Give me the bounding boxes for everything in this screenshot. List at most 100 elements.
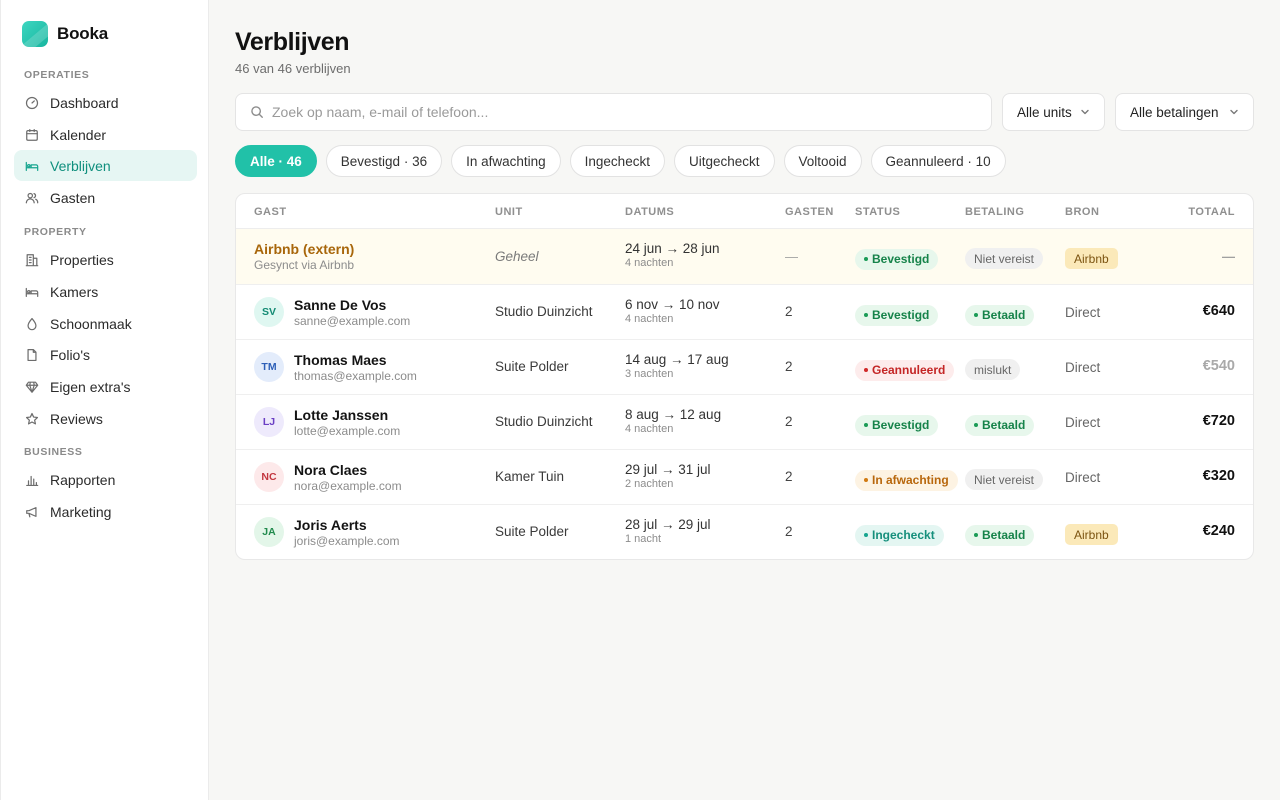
avatar: JA — [254, 517, 284, 547]
dates-cell: 8 aug → 12 aug — [625, 407, 722, 422]
column-header-bron[interactable]: BRON — [1065, 206, 1099, 218]
sidebar-item-gasten[interactable]: Gasten — [14, 182, 197, 213]
document-icon — [27, 348, 37, 361]
column-header-betaling[interactable]: BETALING — [965, 206, 1024, 218]
payment-badge: Niet vereist — [965, 469, 1044, 490]
unit-cell: Suite Polder — [495, 524, 569, 539]
unit-cell: Kamer Tuin — [495, 469, 565, 484]
column-header-gast[interactable]: GAST — [254, 206, 287, 218]
payments-filter-select[interactable]: Alle betalingen — [1115, 93, 1254, 131]
avatar: TM — [254, 352, 284, 382]
table-row[interactable]: JA Joris Aerts joris@example.com Suite Pold… — [236, 505, 1253, 559]
column-header-unit[interactable]: UNIT — [495, 206, 523, 218]
guest-name: Airbnb (extern) — [254, 241, 355, 257]
sidebar-item-dashboard[interactable]: Dashboard — [14, 87, 197, 118]
nav-section-property: PROPERTY — [24, 226, 87, 238]
chip-bevestigd[interactable]: Bevestigd · 36 — [325, 145, 443, 177]
brand[interactable]: Booka — [22, 21, 108, 47]
guest-name[interactable]: Lotte Janssen — [294, 407, 400, 423]
unit-cell: Studio Duinzicht — [495, 304, 593, 319]
dates-cell: 14 aug → 17 aug — [625, 352, 729, 367]
nav-section-business: BUSINESS — [24, 446, 83, 458]
column-header-totaal[interactable]: TOTAAL — [1188, 206, 1235, 218]
table-row-external[interactable]: Airbnb (extern) Gesynct via Airbnb Gehee… — [236, 229, 1253, 285]
sidebar-item-label: Kamers — [50, 283, 99, 300]
guest-sub: Gesynct via Airbnb — [254, 258, 355, 272]
chip-ingecheckt[interactable]: Ingecheckt — [569, 145, 665, 177]
nights-cell: 4 nachten — [625, 313, 674, 325]
search-input[interactable] — [272, 104, 972, 120]
stays-table: GAST UNIT DATUMS GASTEN STATUS BETALING … — [235, 193, 1254, 560]
status-badge: Ingecheckt — [855, 524, 944, 546]
nights-cell: 2 nachten — [625, 478, 674, 490]
column-header-datums[interactable]: DATUMS — [625, 206, 674, 218]
sidebar-item-properties[interactable]: Properties — [14, 244, 197, 275]
calendar-icon — [26, 128, 38, 141]
table-row[interactable]: NC Nora Claes nora@example.com Kamer Tuin 29… — [236, 450, 1253, 505]
sidebar-item-label: Marketing — [50, 503, 112, 520]
chip-alle[interactable]: Alle · 46 — [235, 145, 317, 177]
guests-cell: — — [785, 249, 798, 264]
chip-in-afwachting[interactable]: In afwachting — [451, 145, 561, 177]
chip-voltooid[interactable]: Voltooid — [783, 145, 862, 177]
chip-uitgecheckt[interactable]: Uitgecheckt — [673, 145, 775, 177]
payment-badge: mislukt — [965, 359, 1021, 380]
droplet-icon — [27, 317, 37, 330]
sidebar-item-label: Folio's — [50, 346, 91, 363]
guest-name[interactable]: Joris Aerts — [294, 517, 400, 533]
status-badge: Geannuleerd — [855, 359, 955, 381]
total-cell: — — [1222, 249, 1235, 264]
sidebar-item-reviews[interactable]: Reviews — [14, 403, 197, 434]
dates-cell: 24 jun → 28 jun — [625, 241, 720, 256]
sidebar-item-verblijven[interactable]: Verblijven — [14, 150, 197, 181]
status-badge: Bevestigd — [855, 414, 939, 436]
table-row[interactable]: SV Sanne De Vos sanne@example.com Studio Du… — [236, 285, 1253, 340]
total-cell: €240 — [1202, 523, 1235, 539]
table-header: GAST UNIT DATUMS GASTEN STATUS BETALING … — [236, 194, 1253, 229]
brand-name: Booka — [57, 24, 108, 43]
guests-cell: 2 — [785, 414, 793, 429]
nights-cell: 4 nachten — [625, 257, 674, 269]
sidebar-item-label: Schoonmaak — [50, 315, 132, 332]
source-text: Direct — [1065, 470, 1101, 485]
dates-cell: 6 nov → 10 nov — [625, 297, 720, 312]
sidebar-item-schoonmaak[interactable]: Schoonmaak — [14, 308, 197, 339]
guest-email: lotte@example.com — [294, 424, 401, 438]
guest-name[interactable]: Thomas Maes — [294, 352, 417, 368]
total-cell: €640 — [1202, 303, 1235, 319]
chevron-down-icon — [1230, 109, 1238, 115]
bed-icon — [25, 287, 39, 297]
guest-name[interactable]: Sanne De Vos — [294, 297, 410, 313]
sidebar-item-folios[interactable]: Folio's — [14, 339, 197, 370]
units-filter-select[interactable]: Alle units — [1002, 93, 1105, 131]
chip-geannuleerd[interactable]: Geannuleerd · 10 — [870, 145, 1006, 177]
sidebar-item-label: Eigen extra's — [50, 378, 131, 395]
avatar: SV — [254, 297, 284, 327]
sidebar-item-label: Rapporten — [50, 471, 116, 488]
table-row[interactable]: LJ Lotte Janssen lotte@example.com Studio D… — [236, 395, 1253, 450]
status-badge: In afwachting — [855, 469, 958, 491]
nights-cell: 4 nachten — [625, 423, 674, 435]
gauge-icon — [25, 96, 39, 109]
total-cell: €320 — [1202, 468, 1235, 484]
column-header-gasten[interactable]: GASTEN — [785, 206, 834, 218]
sidebar-item-marketing[interactable]: Marketing — [14, 496, 197, 527]
sidebar-item-rapporten[interactable]: Rapporten — [14, 464, 197, 495]
sidebar-item-label: Kalender — [50, 126, 107, 143]
sidebar-item-label: Properties — [50, 251, 114, 268]
sidebar-item-kalender[interactable]: Kalender — [14, 119, 197, 150]
unit-cell: Suite Polder — [495, 359, 569, 374]
guest-email: nora@example.com — [294, 479, 402, 493]
unit-cell: Studio Duinzicht — [495, 414, 593, 429]
guest-email: joris@example.com — [294, 534, 400, 548]
total-cell: €720 — [1202, 413, 1235, 429]
search-box[interactable] — [235, 93, 992, 131]
sidebar-item-eigen-extras[interactable]: Eigen extra's — [14, 371, 197, 402]
column-header-status[interactable]: STATUS — [855, 206, 900, 218]
sidebar-item-kamers[interactable]: Kamers — [14, 276, 197, 307]
table-row[interactable]: TM Thomas Maes thomas@example.com Suite Pol… — [236, 340, 1253, 395]
sidebar-item-label: Gasten — [50, 189, 96, 206]
star-icon — [25, 412, 39, 425]
guest-name[interactable]: Nora Claes — [294, 462, 402, 478]
source-text: Direct — [1065, 305, 1101, 320]
